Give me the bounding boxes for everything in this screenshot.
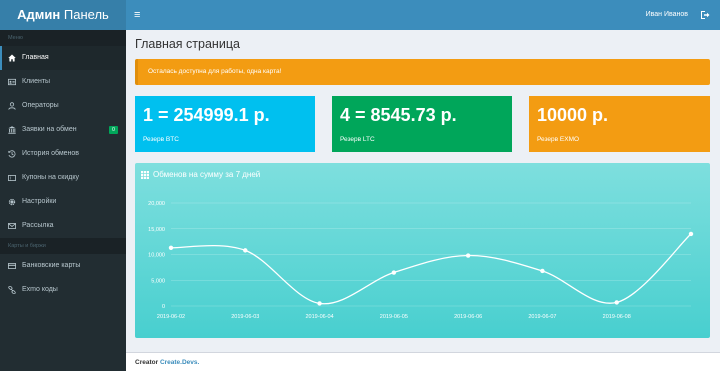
history-icon <box>8 150 16 158</box>
reserve-box-btc: 1 = 254999.1 р. Резерв BTC <box>135 96 315 152</box>
data-point[interactable] <box>688 231 694 237</box>
footer-brand-link[interactable]: Create.Devs. <box>160 359 199 366</box>
logo[interactable]: Админ Панель <box>0 0 126 30</box>
sidebar: Меню Главная Клиенты Операторы Заявки на… <box>0 30 126 371</box>
gear-icon <box>8 198 16 206</box>
id-card-icon <box>8 78 16 86</box>
sidebar-item-label: Настройки <box>22 198 57 205</box>
x-tick-label: 2019-06-07 <box>528 314 556 320</box>
logout-icon[interactable] <box>700 10 710 20</box>
requests-count-badge: 0 <box>109 126 118 134</box>
user-menu[interactable]: Иван Иванов <box>646 0 688 30</box>
exchange-line-chart: 0 5,000 10,000 15,000 20,000 2019-06-02 2019-0… <box>148 201 694 320</box>
user-icon <box>8 102 16 110</box>
mail-icon <box>8 223 16 229</box>
y-tick-label: 10,000 <box>148 253 165 259</box>
sidebar-section-header: Карты и биржи <box>0 238 126 254</box>
sidebar-item-label: История обменов <box>22 150 80 157</box>
y-tick-label: 15,000 <box>148 227 165 233</box>
sidebar-item-label: Заявки на обмен <box>22 126 77 133</box>
exchange-chart-box: 0 5,000 10,000 15,000 20,000 2019-06-02 2019-0… <box>135 163 710 338</box>
footer-prefix: Creator <box>135 359 160 366</box>
data-point[interactable] <box>614 300 619 305</box>
sidebar-section-header: Меню <box>0 30 126 46</box>
sidebar-item-settings[interactable]: Настройки <box>0 190 126 214</box>
sidebar-item-label: Exmo коды <box>22 286 58 293</box>
credit-card-icon <box>8 263 16 269</box>
footer: Creator Create.Devs. <box>126 352 720 371</box>
reserve-amount: 10000 р. <box>537 105 609 125</box>
y-tick-label: 5,000 <box>151 278 165 284</box>
sidebar-item-home[interactable]: Главная <box>0 46 126 70</box>
x-tick-label: 2019-06-02 <box>157 314 185 320</box>
chart-title: Обменов на сумму за 7 дней <box>153 170 261 179</box>
data-point[interactable] <box>540 268 545 274</box>
reserve-box-exmo: 10000 р. Резерв EXMO <box>529 96 710 152</box>
top-navbar: Админ Панель ≡ Иван Иванов <box>0 0 720 30</box>
bank-icon <box>8 126 16 134</box>
sidebar-item-exchange-history[interactable]: История обменов <box>0 142 126 166</box>
sidebar-item-label: Купоны на скидку <box>22 174 80 181</box>
reserve-label: Резерв LTC <box>340 136 375 143</box>
y-tick-label: 0 <box>162 304 165 310</box>
page-title: Главная страница <box>135 37 240 51</box>
sidebar-item-label: Главная <box>22 54 49 61</box>
reserve-label: Резерв EXMO <box>537 136 580 143</box>
series-line <box>170 233 692 305</box>
data-point[interactable] <box>465 253 471 258</box>
home-icon <box>8 54 16 62</box>
sidebar-item-label: Клиенты <box>22 78 51 85</box>
sidebar-item-mailing[interactable]: Рассылка <box>0 214 126 238</box>
grid-icon <box>141 170 149 179</box>
sidebar-item-label: Рассылка <box>22 222 54 229</box>
sidebar-item-bank-cards[interactable]: Банковские карты <box>0 254 126 278</box>
data-point[interactable] <box>168 245 174 251</box>
data-point[interactable] <box>391 270 397 275</box>
sidebar-item-label: Операторы <box>22 102 59 109</box>
logo-light-text: Панель <box>60 7 109 22</box>
warning-alert: Осталась доступна для работы, одна карта… <box>135 59 710 85</box>
sidebar-item-exmo-codes[interactable]: Exmo коды <box>0 278 126 302</box>
sidebar-item-exchange-requests[interactable]: Заявки на обмен 0 <box>0 118 126 142</box>
x-tick-label: 2019-06-03 <box>231 314 259 320</box>
reserve-amount: 1 = 254999.1 р. <box>143 105 270 125</box>
x-tick-label: 2019-06-04 <box>306 314 334 320</box>
reserve-amount: 4 = 8545.73 р. <box>340 105 457 125</box>
data-point[interactable] <box>317 301 322 306</box>
x-tick-label: 2019-06-08 <box>603 314 631 320</box>
sidebar-item-label: Банковские карты <box>22 262 81 269</box>
logo-bold-text: Админ <box>17 7 61 22</box>
coupon-icon <box>8 175 16 181</box>
data-point[interactable] <box>243 248 248 253</box>
menu-toggle-button[interactable]: ≡ <box>134 0 140 30</box>
chart-header: Обменов на сумму за 7 дней <box>141 169 260 181</box>
link-icon <box>8 286 16 294</box>
sidebar-item-clients[interactable]: Клиенты <box>0 70 126 94</box>
x-tick-label: 2019-06-05 <box>380 314 408 320</box>
sidebar-item-operators[interactable]: Операторы <box>0 94 126 118</box>
reserve-box-ltc: 4 = 8545.73 р. Резерв LTC <box>332 96 512 152</box>
reserve-label: Резерв BTC <box>143 136 179 143</box>
y-tick-label: 20,000 <box>148 201 165 207</box>
x-tick-label: 2019-06-06 <box>454 314 482 320</box>
sidebar-item-coupons[interactable]: Купоны на скидку <box>0 166 126 190</box>
